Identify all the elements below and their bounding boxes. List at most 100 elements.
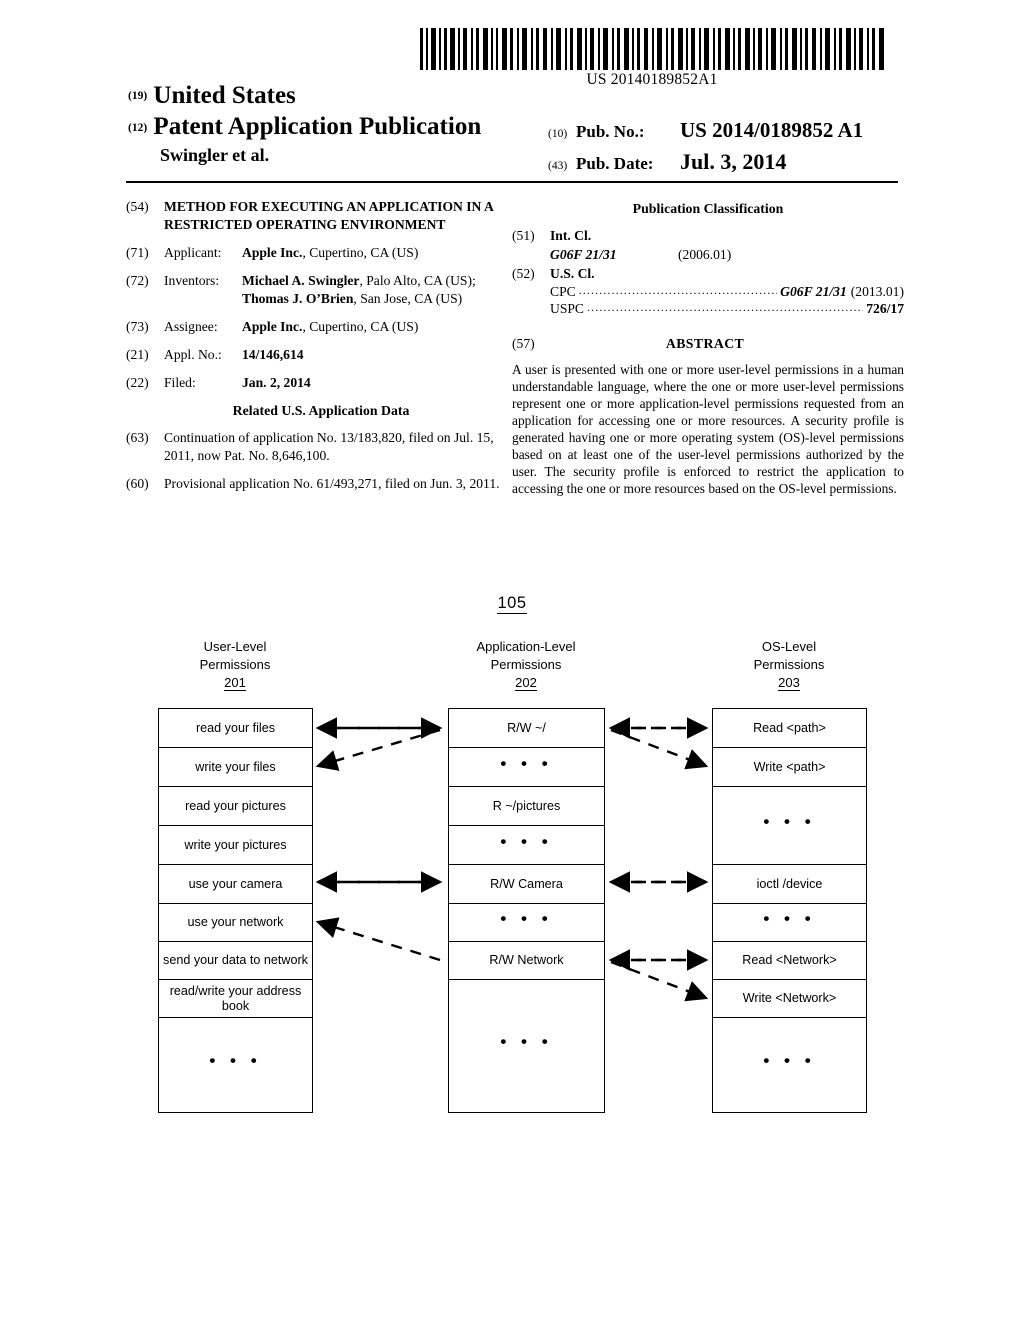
arrow-rw-home-writefiles: [315, 728, 441, 771]
perm-cell-write-your-files: write your files: [159, 748, 312, 787]
perm-cell-send-your-data-to-network: send your data to network: [159, 942, 312, 980]
int-cl-date: (2006.01): [678, 246, 732, 262]
filed-value: Jan. 2, 2014: [242, 374, 311, 390]
uspc-value: 726/17: [866, 300, 904, 316]
country-code: (19): [128, 90, 148, 102]
perm-cell-rw-home: R/W ~/: [449, 709, 604, 748]
cpc-value-text: G06F 21/31: [780, 283, 847, 299]
assignee-value: Apple Inc., Cupertino, CA (US): [242, 318, 516, 335]
applicant-row: (71) Applicant: Apple Inc., Cupertino, C…: [126, 244, 516, 261]
figure-reference-number: 105: [0, 594, 1024, 614]
perm-cell-ellipsis: • • •: [449, 904, 604, 942]
column-header-application-level: Application-Level Permissions 202: [436, 638, 616, 692]
country-name: United States: [153, 82, 296, 109]
invention-title-code: (54): [126, 199, 149, 214]
inventors-code: (72): [126, 273, 149, 289]
invention-title-row: (54) METHOD FOR EXECUTING AN APPLICATION…: [126, 198, 516, 233]
appl-no-code: (21): [126, 346, 149, 362]
pub-date-code: (43): [548, 160, 568, 172]
arrow-rwnetwork-usenetwork: [315, 917, 441, 962]
figure-region: 105 User-Level Permissions 201 Applicati…: [0, 578, 1024, 1138]
inventor-short-name: Swingler et al.: [160, 145, 270, 165]
provisional-text: Provisional application No. 61/493,271, …: [164, 475, 500, 491]
perm-cell-read-your-files: read your files: [159, 709, 312, 748]
perm-cell-read-your-pictures: read your pictures: [159, 787, 312, 826]
applicant-name: Apple Inc.: [242, 245, 303, 261]
perm-cell-ellipsis: • • •: [449, 826, 604, 865]
assignee-code: (73): [126, 318, 149, 334]
related-application-data-heading: Related U.S. Application Data: [232, 403, 410, 419]
perm-cell-use-your-camera: use your camera: [159, 865, 312, 904]
appl-no-value: 14/146,614: [242, 346, 304, 362]
pub-type-name: Patent Application Publication: [153, 113, 482, 140]
inventors-value: Michael A. Swingler, Palo Alto, CA (US);…: [242, 272, 516, 306]
cpc-label: CPC: [550, 283, 576, 299]
abstract-text: A user is presented with one or more use…: [512, 362, 904, 497]
pub-date-value: Jul. 3, 2014: [680, 149, 787, 174]
cpc-date: (2013.01): [850, 283, 904, 299]
column-header-line1: Application-Level: [476, 639, 576, 654]
column-header-os-level: OS-Level Permissions 203: [699, 638, 879, 692]
continuation-code: (63): [126, 430, 149, 446]
perm-cell-read-path: Read <path>: [713, 709, 866, 748]
column-header-line1: OS-Level: [761, 639, 817, 654]
applicant-address: , Cupertino, CA (US): [302, 245, 419, 261]
continuation-row: (63) Continuation of application No. 13/…: [126, 429, 516, 463]
applicant-value: Apple Inc., Cupertino, CA (US): [242, 244, 516, 261]
perm-cell-ioctl-device: ioctl /device: [713, 865, 866, 904]
column-header-user-level: User-Level Permissions 201: [145, 638, 325, 692]
filed-code: (22): [126, 374, 149, 390]
bibliographic-left-column: (54) METHOD FOR EXECUTING AN APPLICATION…: [126, 198, 516, 503]
us-cl-label: U.S. Cl.: [550, 265, 595, 281]
perm-cell-use-your-network: use your network: [159, 904, 312, 942]
inventor-1-name: Michael A. Swingler: [242, 273, 360, 289]
perm-cell-read-write-your-address-book: read/write your address book: [159, 980, 312, 1018]
cpc-value: G06F 21/31 (2013.01): [780, 283, 904, 300]
perm-cell-ellipsis: • • •: [713, 1018, 866, 1110]
cpc-row: CPC ....................................…: [550, 283, 904, 300]
pub-no-label: Pub. No.:: [576, 122, 645, 141]
pub-type-code: (12): [128, 122, 148, 134]
inventor-2-name: Thomas J. O’Brien: [242, 290, 354, 306]
filed-label: Filed:: [164, 374, 196, 390]
applicant-code: (71): [126, 245, 149, 261]
pub-no-value: US 2014/0189852 A1: [680, 118, 864, 142]
arrow-rwnetwork-writenetwork: [610, 960, 709, 1002]
cpc-leader-dots: ........................................…: [578, 282, 777, 297]
inventors-row: (72) Inventors: Michael A. Swingler, Pal…: [126, 272, 516, 306]
int-cl-row: (51) Int. Cl.: [512, 227, 904, 244]
provisional-row: (60) Provisional application No. 61/493,…: [126, 475, 516, 492]
column-header-line1: User-Level: [203, 639, 267, 654]
provisional-code: (60): [126, 475, 149, 491]
inventor-1-address: , Palo Alto, CA (US);: [359, 273, 476, 289]
column-header-line2: Permissions: [490, 656, 562, 672]
column-header-line2: Permissions: [199, 656, 271, 672]
user-level-permissions-table: read your files write your files read yo…: [158, 708, 313, 1113]
uspc-label: USPC: [550, 300, 585, 316]
assignee-name: Apple Inc.: [242, 318, 303, 334]
perm-cell-ellipsis: • • •: [713, 904, 866, 942]
filed-row: (22) Filed: Jan. 2, 2014: [126, 374, 516, 391]
barcode-block: US 20140189852A1: [418, 28, 886, 89]
perm-cell-write-your-pictures: write your pictures: [159, 826, 312, 865]
country-line: (19) United States: [128, 82, 548, 110]
perm-cell-rw-network: R/W Network: [449, 942, 604, 980]
assignee-address: , Cupertino, CA (US): [302, 318, 419, 334]
inventors-label: Inventors:: [164, 273, 220, 289]
perm-cell-ellipsis: • • •: [449, 748, 604, 787]
int-cl-value-row: G06F 21/31 (2006.01): [550, 246, 904, 263]
appl-no-label: Appl. No.:: [164, 346, 222, 362]
uspc-row: USPC ...................................…: [550, 300, 904, 317]
pub-date-label: Pub. Date:: [576, 154, 654, 173]
pub-date-row: (43) Pub. Date: Jul. 3, 2014: [548, 149, 948, 175]
column-ref-203: 203: [778, 674, 800, 691]
perm-cell-write-path: Write <path>: [713, 748, 866, 787]
continuation-text: Continuation of application No. 13/183,8…: [164, 430, 494, 463]
document-header: US 20140189852A1 (19) United States (12)…: [0, 0, 1024, 188]
applicant-label: Applicant:: [164, 245, 222, 261]
us-cl-code: (52): [512, 265, 535, 281]
abstract-heading-row: (57) ABSTRACT: [512, 335, 904, 352]
us-cl-row: (52) U.S. Cl.: [512, 265, 904, 282]
perm-cell-read-network: Read <Network>: [713, 942, 866, 980]
int-cl-value: G06F 21/31: [550, 246, 617, 262]
